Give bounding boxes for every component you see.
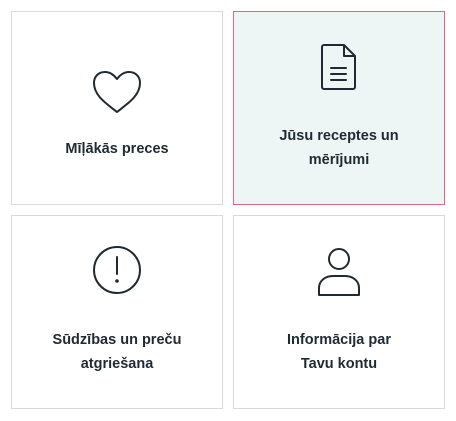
alert-circle-icon — [93, 246, 141, 294]
tile-prescriptions[interactable]: Jūsu receptes un mērījumi — [233, 11, 445, 205]
tile-label: Jūsu receptes un mērījumi — [279, 128, 399, 168]
tile-account[interactable]: Informācija par Tavu kontu — [233, 215, 445, 409]
tile-favorites[interactable]: Mīļākās preces — [11, 11, 223, 205]
document-icon — [321, 44, 356, 90]
tile-label: Sūdzības un preču atgriešana — [52, 332, 182, 372]
tile-label: Mīļākās preces — [65, 141, 169, 157]
tile-label: Informācija par Tavu kontu — [287, 332, 391, 372]
user-icon — [318, 248, 360, 296]
tile-complaints[interactable]: Sūdzības un preču atgriešana — [11, 215, 223, 409]
heart-icon — [93, 71, 141, 113]
